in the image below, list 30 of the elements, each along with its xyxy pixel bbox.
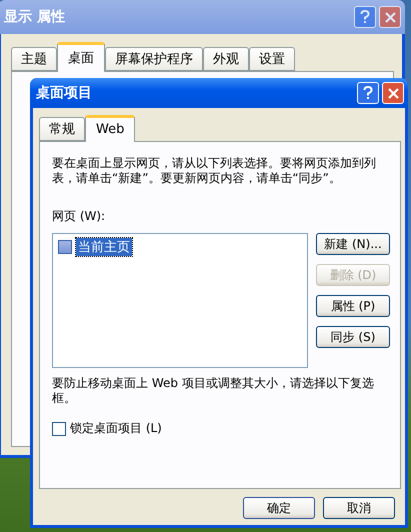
- tab[interactable]: 常规: [39, 117, 85, 141]
- action-button[interactable]: 属性 (P): [316, 295, 390, 317]
- help-button[interactable]: [357, 82, 379, 104]
- close-button[interactable]: [382, 82, 404, 104]
- help-icon: [363, 86, 373, 100]
- help-icon: [360, 10, 370, 24]
- list-label: 网页 (W):: [52, 208, 106, 225]
- tab[interactable]: 设置: [249, 47, 295, 71]
- help-button[interactable]: [354, 6, 376, 28]
- dialog-button[interactable]: 取消: [323, 497, 395, 519]
- tab[interactable]: Web: [85, 115, 136, 142]
- list-item[interactable]: 当前主页: [76, 238, 132, 256]
- close-icon: [384, 12, 396, 22]
- lock-note: 要防止移动桌面上 Web 项目或调整其大小，请选择以下复选框。: [52, 376, 375, 406]
- window-title: 显示 属性: [4, 8, 66, 26]
- action-button[interactable]: 新建 (N)...: [316, 233, 390, 255]
- dialog-button[interactable]: 确定: [243, 497, 315, 519]
- web-page-list[interactable]: 当前主页: [52, 233, 308, 368]
- checkbox[interactable]: [52, 422, 66, 436]
- tab[interactable]: 桌面: [57, 42, 105, 72]
- checkbox-label: 锁定桌面项目 (L): [70, 420, 162, 437]
- dialog-title: 桌面项目: [36, 84, 93, 102]
- close-icon: [388, 88, 398, 98]
- action-button[interactable]: 同步 (S): [316, 326, 390, 348]
- tab[interactable]: 屏幕保护程序: [105, 47, 203, 71]
- checkbox[interactable]: [58, 240, 72, 254]
- tab[interactable]: 主题: [11, 47, 57, 71]
- tab[interactable]: 外观: [203, 47, 249, 71]
- close-button[interactable]: [379, 6, 401, 28]
- intro-text: 要在桌面上显示网页，请从以下列表选择。要将网页添加到列表，请单击“新建”。要更新网页内容，请单击“同步”。: [52, 156, 377, 186]
